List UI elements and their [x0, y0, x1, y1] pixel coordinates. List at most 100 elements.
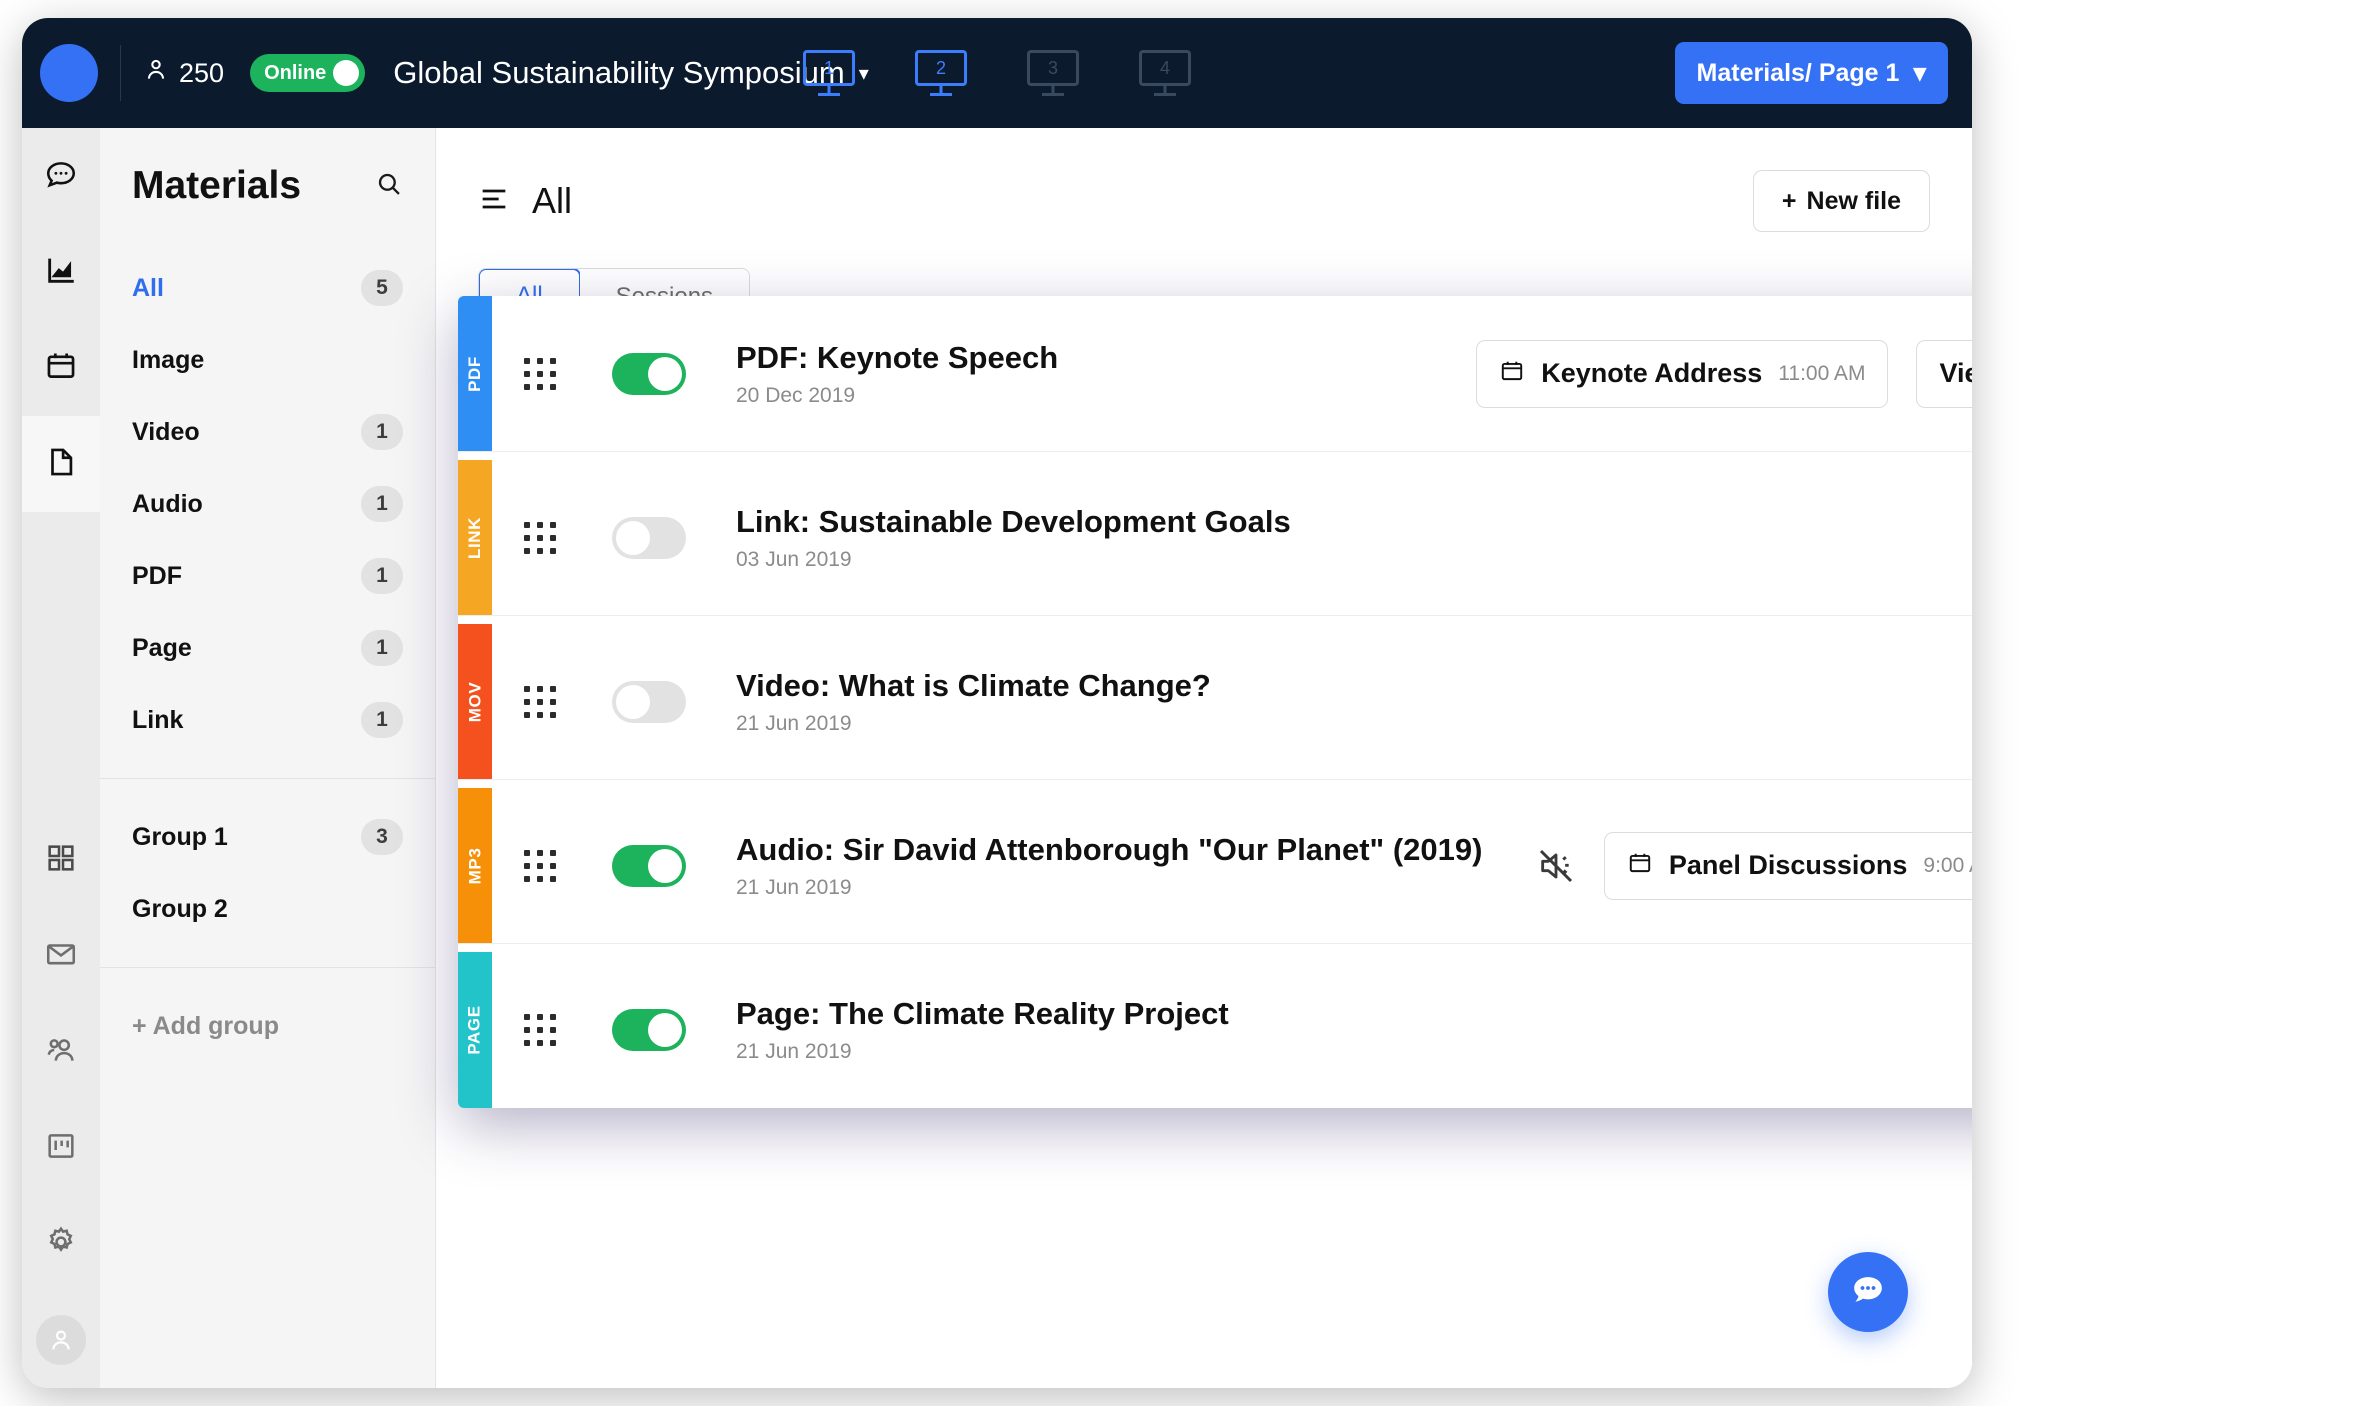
file-meta: Link: Sustainable Development Goals 03 J…: [736, 504, 1972, 572]
apps-grid-icon: [45, 842, 77, 879]
sidebar-item-image[interactable]: Image: [100, 324, 435, 396]
sidebar-item-badge: 1: [361, 702, 403, 738]
app-window: 250 Online Global Sustainability Symposi…: [22, 18, 1972, 1388]
page-selector-label: Materials/ Page 1: [1696, 58, 1900, 87]
list-view-icon[interactable]: [478, 183, 510, 220]
session-name: Keynote Address: [1541, 358, 1763, 388]
sidebar-item-link[interactable]: Link 1: [100, 684, 435, 756]
new-file-label: New file: [1806, 186, 1901, 215]
sidebar-item-group-1[interactable]: Group 1 3: [100, 801, 435, 873]
visibility-toggle[interactable]: [612, 680, 686, 723]
materials-sidebar-header: Materials: [100, 128, 435, 208]
row-gap: [458, 944, 1972, 952]
online-status-toggle[interactable]: Online: [250, 54, 366, 92]
file-date: 21 Jun 2019: [736, 1040, 852, 1063]
rail-item-calendar[interactable]: [22, 320, 100, 416]
add-group-button[interactable]: + Add group: [100, 990, 435, 1062]
row-actions: Keynote Address 11:00 AM View Focus: [1476, 339, 1972, 408]
search-icon[interactable]: [375, 170, 403, 203]
session-name: Panel Discussions: [1668, 850, 1908, 880]
visibility-toggle[interactable]: [612, 352, 686, 395]
rail-item-settings[interactable]: [22, 1196, 100, 1292]
file-type-strip: MOV: [458, 624, 492, 779]
drag-handle[interactable]: [524, 1014, 556, 1046]
file-meta: Video: What is Climate Change? 21 Jun 20…: [736, 668, 1972, 736]
screen-tab-4[interactable]: 4: [1139, 50, 1191, 96]
table-row[interactable]: PDF PDF: Keynote Speech 20 Dec 2019 Keyn…: [458, 296, 1972, 452]
screen-tab-1[interactable]: 1: [803, 50, 855, 96]
calendar-icon: [44, 349, 78, 388]
table-row[interactable]: PAGE Page: The Climate Reality Project 2…: [458, 952, 1972, 1108]
rail-item-chat[interactable]: [22, 128, 100, 224]
drag-handle[interactable]: [524, 521, 556, 554]
new-file-button[interactable]: + New file: [1752, 170, 1930, 232]
file-name: Page: The Climate Reality Project: [736, 996, 1229, 1031]
file-date: 21 Jun 2019: [736, 875, 852, 899]
screen-tab-4-label: 4: [1159, 58, 1170, 78]
page-selector-button[interactable]: Materials/ Page 1 ▾: [1674, 42, 1948, 104]
sidebar-item-label: Link: [132, 705, 184, 734]
file-type-strip: MP3: [458, 788, 492, 943]
table-row[interactable]: MP3 Audio: Sir David Attenborough "Our P…: [458, 788, 1972, 944]
file-type-strip: LINK: [458, 460, 492, 615]
file-type-strip: PAGE: [458, 952, 492, 1108]
sidebar-item-video[interactable]: Video 1: [100, 396, 435, 468]
people-icon: [143, 56, 169, 91]
sidebar-item-group-2[interactable]: Group 2: [100, 873, 435, 945]
brand-logo[interactable]: [40, 44, 98, 102]
table-row[interactable]: MOV Video: What is Climate Change? 21 Ju…: [458, 624, 1972, 780]
sidebar-item-audio[interactable]: Audio 1: [100, 468, 435, 540]
drag-handle[interactable]: [524, 849, 556, 882]
file-name: Link: Sustainable Development Goals: [736, 503, 1291, 539]
sidebar-item-label: Image: [132, 345, 205, 374]
top-bar: 250 Online Global Sustainability Symposi…: [22, 18, 1972, 128]
drag-handle[interactable]: [524, 357, 556, 390]
sidebar-item-label: Group 1: [132, 822, 228, 851]
chat-bubble-icon: [1848, 1270, 1888, 1315]
sidebar-item-badge: 1: [361, 630, 403, 666]
muted-speaker-icon[interactable]: [1536, 846, 1576, 886]
visibility-toggle[interactable]: [612, 516, 686, 559]
table-row[interactable]: LINK Link: Sustainable Development Goals…: [458, 460, 1972, 616]
gear-icon: [44, 1225, 78, 1264]
file-date: 21 Jun 2019: [736, 711, 852, 735]
rail-item-board[interactable]: [22, 1100, 100, 1196]
sidebar-item-label: Group 2: [132, 894, 228, 923]
rail-item-analytics[interactable]: [22, 224, 100, 320]
main-header: All + New file: [436, 128, 1972, 232]
drag-handle[interactable]: [524, 685, 556, 718]
file-date: 03 Jun 2019: [736, 547, 852, 571]
rail-item-people[interactable]: [22, 1004, 100, 1100]
screen-tab-3[interactable]: 3: [1027, 50, 1079, 96]
view-button[interactable]: View: [1916, 339, 1972, 408]
sidebar-item-page[interactable]: Page 1: [100, 612, 435, 684]
rail-item-profile[interactable]: [22, 1292, 100, 1388]
online-status-label: Online: [264, 61, 327, 84]
visibility-toggle[interactable]: [612, 844, 686, 887]
mail-icon: [44, 937, 78, 976]
screen-tab-3-label: 3: [1047, 58, 1058, 78]
people-icon: [44, 1033, 78, 1072]
row-gap: [458, 616, 1972, 624]
screen-tab-2[interactable]: 2: [915, 50, 967, 96]
session-chip[interactable]: Panel Discussions 9:00 AM: [1603, 831, 1972, 900]
sidebar-item-all[interactable]: All 5: [100, 252, 435, 324]
rail-item-materials[interactable]: [22, 416, 100, 512]
calendar-icon: [1627, 850, 1653, 881]
sidebar-item-pdf[interactable]: PDF 1: [100, 540, 435, 612]
file-type-strip: PDF: [458, 296, 492, 451]
sidebar-item-badge: 5: [361, 270, 403, 306]
screen-tab-1-label: 1: [823, 58, 834, 78]
session-chip[interactable]: Keynote Address 11:00 AM: [1476, 339, 1889, 408]
document-icon: [44, 445, 78, 484]
chat-fab-button[interactable]: [1828, 1252, 1908, 1332]
board-icon: [45, 1130, 77, 1167]
rail-item-mail[interactable]: [22, 908, 100, 1004]
file-list-card: PDF PDF: Keynote Speech 20 Dec 2019 Keyn…: [458, 296, 1972, 1108]
rail-item-apps[interactable]: [22, 812, 100, 908]
session-time: 11:00 AM: [1778, 361, 1866, 385]
visibility-toggle[interactable]: [612, 1009, 686, 1051]
sidebar-item-badge: 1: [361, 558, 403, 594]
sidebar-item-label: Page: [132, 633, 192, 662]
group-list: Group 1 3 Group 2: [100, 801, 435, 945]
